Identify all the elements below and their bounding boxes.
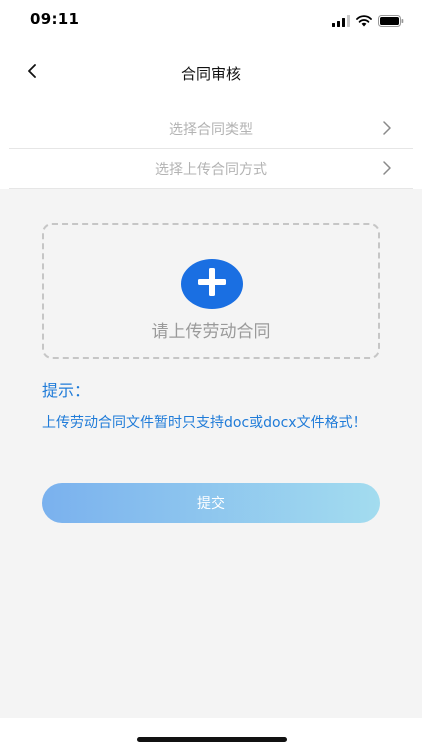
nav-bar: 合同审核 — [0, 50, 422, 96]
add-file-button[interactable] — [181, 259, 243, 309]
upload-method-label: 选择上传合同方式 — [155, 162, 267, 178]
home-indicator — [137, 737, 287, 742]
plus-icon — [196, 266, 228, 302]
status-bar: 09:11 — [0, 0, 422, 44]
page-title: 合同审核 — [180, 65, 241, 83]
battery-icon — [378, 12, 404, 31]
chevron-right-icon — [381, 120, 393, 136]
upload-label: 请上传劳动合同 — [151, 322, 271, 342]
signal-icon — [332, 12, 350, 31]
upload-dropzone[interactable]: 请上传劳动合同 — [42, 223, 380, 359]
upload-method-selector[interactable]: 选择上传合同方式 — [9, 148, 413, 189]
contract-type-selector[interactable]: 选择合同类型 — [9, 108, 413, 149]
contract-type-label: 选择合同类型 — [169, 122, 253, 138]
chevron-right-icon — [381, 160, 393, 176]
status-time: 09:11 — [30, 10, 80, 28]
status-icons — [332, 12, 404, 31]
hint-text: 上传劳动合同文件暂时只支持doc或docx文件格式！ — [42, 415, 367, 431]
wifi-icon — [356, 12, 372, 31]
submit-button[interactable]: 提交 — [42, 483, 380, 523]
hint-title: 提示： — [42, 381, 91, 400]
main-content: 请上传劳动合同 提示： 上传劳动合同文件暂时只支持doc或docx文件格式！ 提… — [0, 189, 422, 718]
